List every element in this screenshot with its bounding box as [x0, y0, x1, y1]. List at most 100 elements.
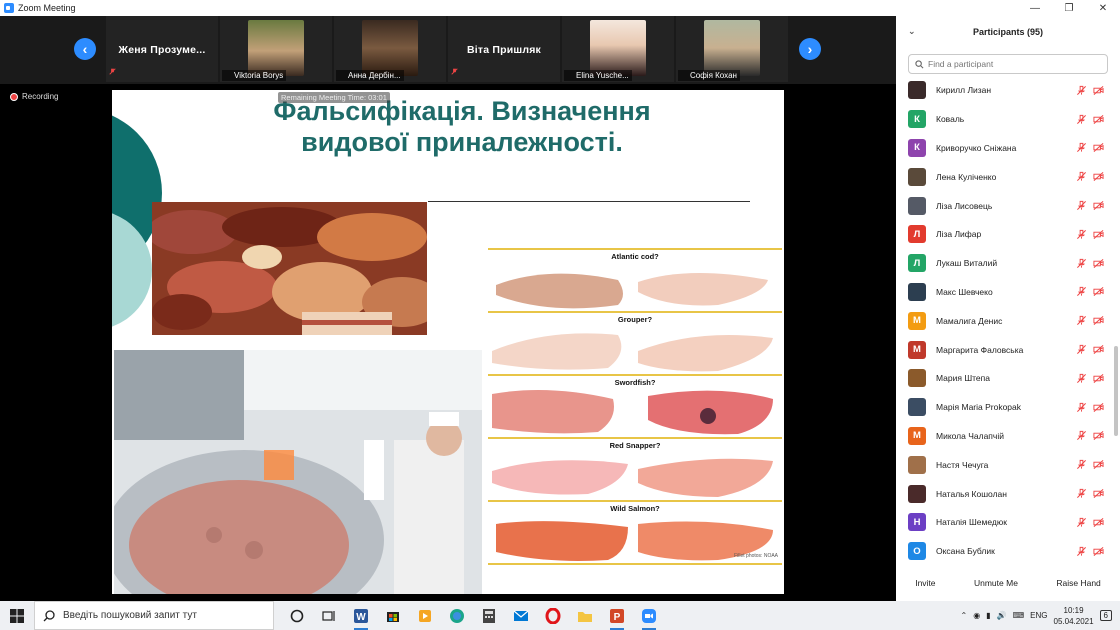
video-off-icon[interactable]: [1093, 430, 1104, 441]
network-icon[interactable]: ▮: [986, 611, 990, 620]
store-icon[interactable]: [382, 606, 404, 626]
tray-chevron-icon[interactable]: ⌃: [961, 611, 968, 620]
participant-search[interactable]: [908, 54, 1108, 74]
opera-icon[interactable]: [542, 606, 564, 626]
participant-name: Ліза Лисовець: [936, 200, 993, 211]
video-off-icon[interactable]: [1093, 85, 1104, 96]
factory-image: [114, 350, 482, 594]
muted-mic-icon[interactable]: [1076, 459, 1087, 470]
ime-icon[interactable]: ⌨: [1013, 611, 1025, 620]
recording-indicator[interactable]: Recording: [10, 92, 58, 101]
calculator-icon[interactable]: [478, 606, 500, 626]
word-icon[interactable]: W: [350, 606, 372, 630]
participant-row[interactable]: М Микола Чалапчій: [896, 422, 1120, 451]
participant-row[interactable]: Кирилл Лизан: [896, 76, 1120, 105]
video-off-icon[interactable]: [1093, 488, 1104, 499]
video-tile[interactable]: Женя Прозуме...: [106, 16, 218, 82]
taskbar-search-text: Введіть пошуковий запит тут: [63, 610, 197, 621]
muted-mic-icon[interactable]: [1076, 229, 1087, 240]
video-off-icon[interactable]: [1093, 344, 1104, 355]
participant-row[interactable]: Мария Штепа: [896, 364, 1120, 393]
video-tile[interactable]: Elina Yusche...: [562, 16, 674, 82]
video-off-icon[interactable]: [1093, 546, 1104, 557]
participant-search-input[interactable]: [928, 59, 1098, 69]
gallery-next-button[interactable]: ›: [799, 38, 821, 60]
volume-icon[interactable]: 🔊: [997, 611, 1007, 620]
gallery-prev-button[interactable]: ‹: [74, 38, 96, 60]
muted-mic-icon[interactable]: [1076, 142, 1087, 153]
participant-row[interactable]: Н Наталія Шемедюк: [896, 508, 1120, 537]
raise-hand-button[interactable]: Raise Hand: [1050, 576, 1106, 590]
participant-row[interactable]: Настя Чечуга: [896, 450, 1120, 479]
participant-row[interactable]: Ліза Лисовець: [896, 191, 1120, 220]
participant-row[interactable]: Л Лукаш Виталий: [896, 249, 1120, 278]
collapse-chevron-icon[interactable]: ⌄: [908, 26, 916, 37]
participant-row[interactable]: Наталья Кошолан: [896, 479, 1120, 508]
video-off-icon[interactable]: [1093, 402, 1104, 413]
minimize-button[interactable]: —: [1018, 0, 1052, 16]
zoom-taskbar-icon[interactable]: [638, 606, 660, 630]
participant-row[interactable]: Лена Куліченко: [896, 162, 1120, 191]
muted-mic-icon[interactable]: [1076, 488, 1087, 499]
video-off-icon[interactable]: [1093, 373, 1104, 384]
video-off-icon[interactable]: [1093, 114, 1104, 125]
notifications-badge[interactable]: 6: [1099, 610, 1112, 621]
media-player-icon[interactable]: [414, 606, 436, 626]
edge-icon[interactable]: [446, 606, 468, 626]
fish-divider: [488, 563, 782, 565]
participant-row[interactable]: К Криворучко Сніжана: [896, 134, 1120, 163]
video-off-icon[interactable]: [1093, 200, 1104, 211]
panel-scrollbar[interactable]: [1114, 346, 1118, 436]
participant-row[interactable]: Л Ліза Лифар: [896, 220, 1120, 249]
participant-row[interactable]: М Маргарита Фаловська: [896, 335, 1120, 364]
close-button[interactable]: ✕: [1086, 0, 1120, 16]
file-explorer-icon[interactable]: [574, 606, 596, 626]
language-indicator[interactable]: ENG: [1030, 611, 1047, 620]
video-off-icon[interactable]: [1093, 171, 1104, 182]
participant-row[interactable]: К Коваль: [896, 105, 1120, 134]
start-button[interactable]: [0, 601, 34, 630]
participant-row[interactable]: М Мамалига Денис: [896, 306, 1120, 335]
video-tile[interactable]: Анна Дербін...: [334, 16, 446, 82]
muted-mic-icon[interactable]: [1076, 373, 1087, 384]
muted-mic-icon[interactable]: [1076, 546, 1087, 557]
video-off-icon[interactable]: [1093, 229, 1104, 240]
zoom-tray-icon[interactable]: ◉: [973, 611, 980, 620]
mail-icon[interactable]: [510, 606, 532, 626]
taskbar-search[interactable]: Введіть пошуковий запит тут: [34, 601, 274, 630]
video-off-icon[interactable]: [1093, 258, 1104, 269]
muted-mic-icon[interactable]: [1076, 114, 1087, 125]
maximize-button[interactable]: ❐: [1052, 0, 1086, 16]
muted-mic-icon[interactable]: [1076, 517, 1087, 528]
muted-mic-icon[interactable]: [1076, 344, 1087, 355]
muted-mic-icon[interactable]: [1076, 200, 1087, 211]
muted-mic-icon[interactable]: [1076, 171, 1087, 182]
invite-button[interactable]: Invite: [909, 576, 941, 590]
muted-mic-icon[interactable]: [1076, 402, 1087, 413]
participant-row[interactable]: О Оксана Бублик: [896, 537, 1120, 566]
video-tile[interactable]: Віта Пришляк: [448, 16, 560, 82]
participant-avatar: [908, 282, 926, 301]
cortana-icon[interactable]: [286, 606, 308, 626]
video-off-icon[interactable]: [1093, 142, 1104, 153]
fish-row: Wild Salmon? Fillet photos: NOAA: [488, 500, 782, 563]
video-off-icon[interactable]: [1093, 315, 1104, 326]
clock[interactable]: 10:19 05.04.2021: [1054, 605, 1094, 627]
participant-row[interactable]: Макс Шевчеко: [896, 278, 1120, 307]
unmute-me-button[interactable]: Unmute Me: [968, 576, 1024, 590]
muted-mic-icon[interactable]: [1076, 258, 1087, 269]
video-off-icon[interactable]: [1093, 459, 1104, 470]
participant-avatar: [908, 196, 926, 215]
muted-mic-icon[interactable]: [1076, 85, 1087, 96]
video-off-icon[interactable]: [1093, 286, 1104, 297]
video-tile[interactable]: Viktoria Borys: [220, 16, 332, 82]
participant-label: Elina Yusche...: [564, 70, 632, 81]
participant-row[interactable]: Марія Maria Prokopak: [896, 393, 1120, 422]
powerpoint-icon[interactable]: P: [606, 606, 628, 630]
video-off-icon[interactable]: [1093, 517, 1104, 528]
muted-mic-icon[interactable]: [1076, 430, 1087, 441]
muted-mic-icon[interactable]: [1076, 315, 1087, 326]
video-tile[interactable]: Софія Кохан: [676, 16, 788, 82]
task-view-icon[interactable]: [318, 606, 340, 626]
muted-mic-icon[interactable]: [1076, 286, 1087, 297]
